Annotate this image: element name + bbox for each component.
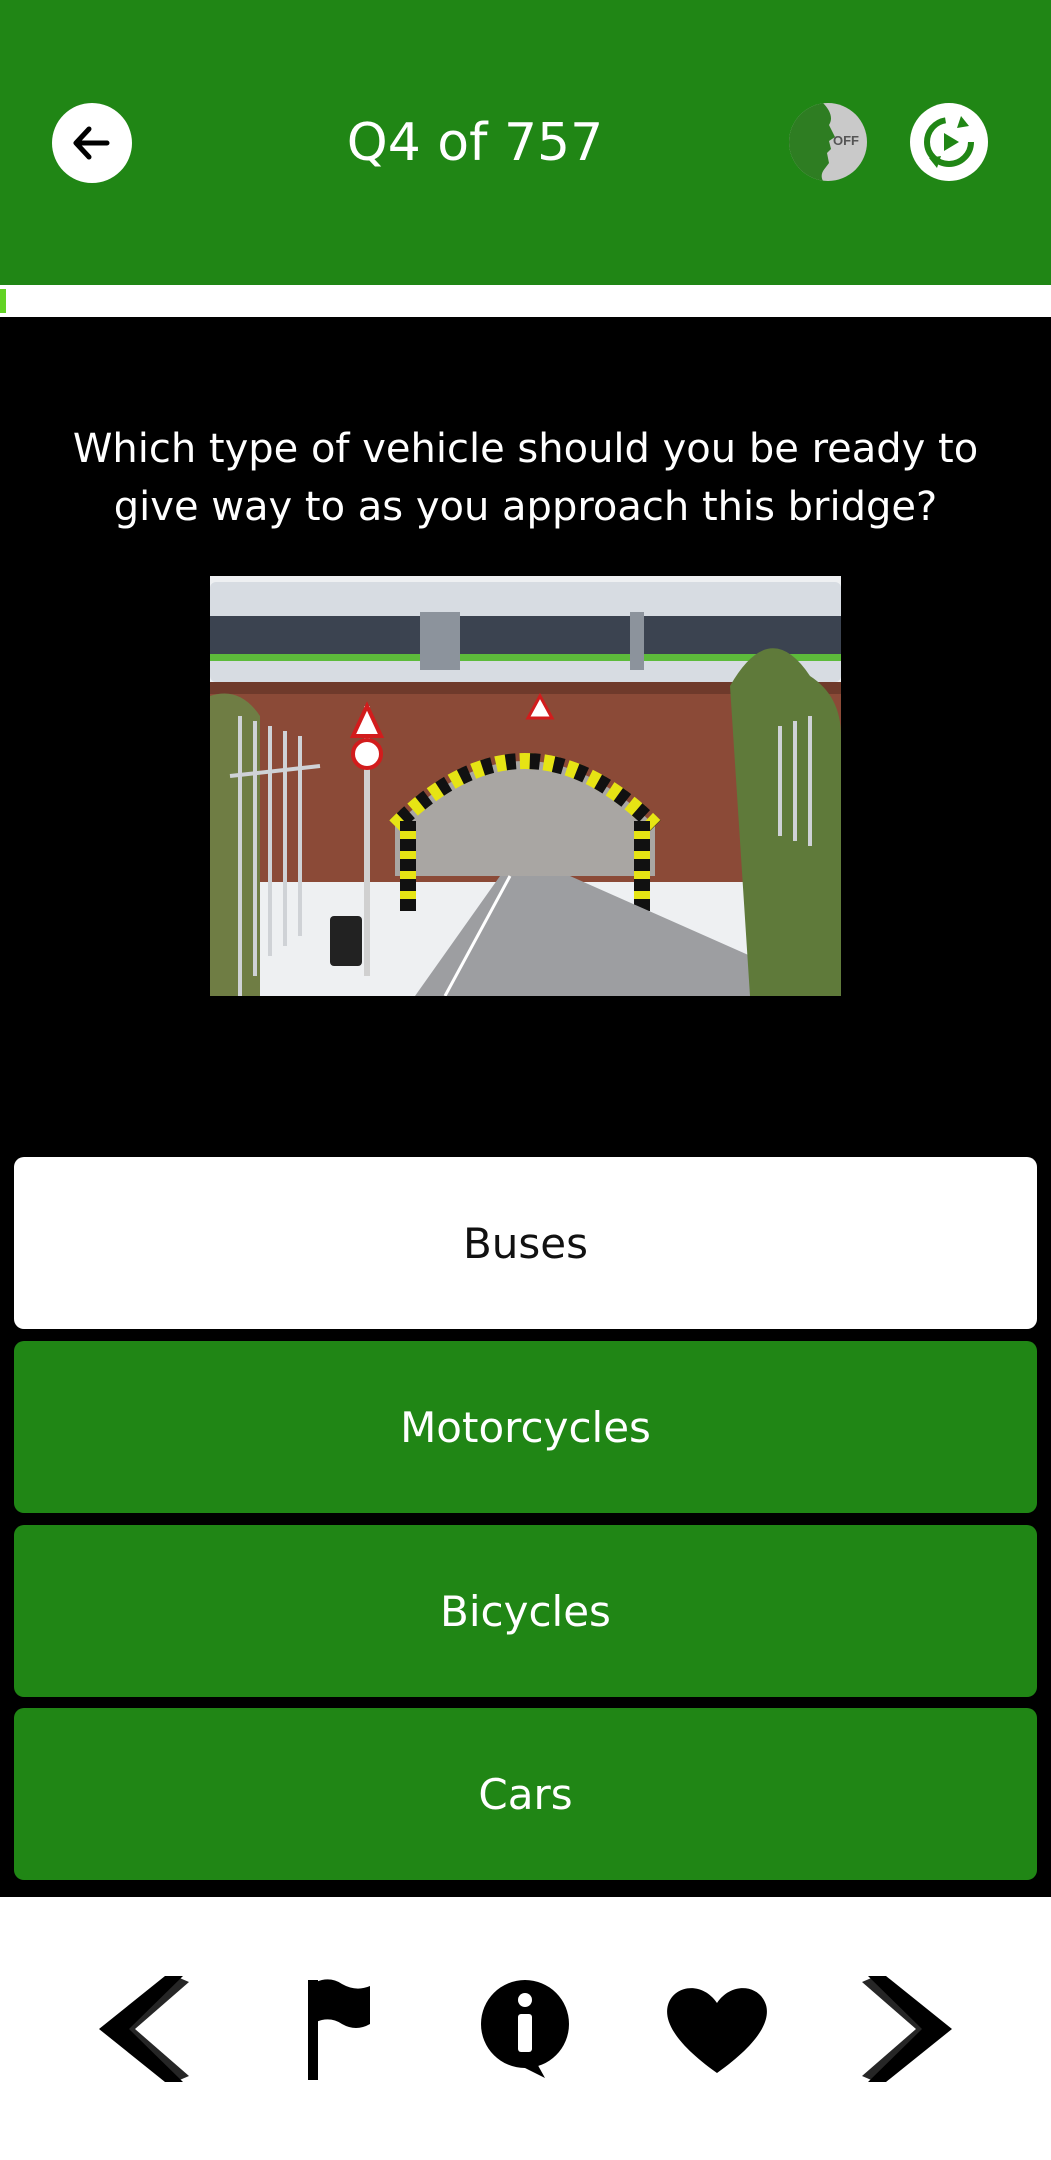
chevron-left-icon	[99, 1976, 189, 2082]
bottom-toolbar	[0, 1897, 1051, 2160]
progress-fill	[0, 289, 6, 313]
previous-question-button[interactable]	[86, 1969, 196, 2089]
chevron-right-icon	[862, 1976, 952, 2082]
info-icon	[481, 1980, 569, 2078]
answer-option-4[interactable]: Cars	[14, 1708, 1037, 1880]
page-title: Q4 of 757	[346, 113, 604, 173]
flag-question-button[interactable]	[283, 1969, 393, 2089]
arrow-left-icon	[73, 126, 110, 160]
question-text: Which type of vehicle should you be read…	[72, 426, 979, 530]
favorite-button[interactable]	[662, 1969, 772, 2089]
answer-option-1[interactable]: Buses	[14, 1157, 1037, 1329]
answer-option-2[interactable]: Motorcycles	[14, 1341, 1037, 1513]
info-button[interactable]	[470, 1969, 580, 2089]
voice-toggle-label: OFF	[833, 133, 859, 148]
voice-toggle-button[interactable]: OFF	[789, 103, 867, 181]
refresh-button[interactable]	[910, 103, 988, 181]
refresh-icon	[924, 116, 974, 168]
question-image	[210, 576, 841, 996]
heart-icon	[667, 1988, 767, 2073]
back-button[interactable]	[52, 103, 132, 183]
header-bar: Q4 of 757 OFF	[0, 0, 1051, 285]
answer-option-3[interactable]: Bicycles	[14, 1525, 1037, 1697]
flag-icon	[308, 1979, 370, 2080]
progress-bar	[0, 285, 1051, 317]
next-question-button[interactable]	[855, 1969, 965, 2089]
